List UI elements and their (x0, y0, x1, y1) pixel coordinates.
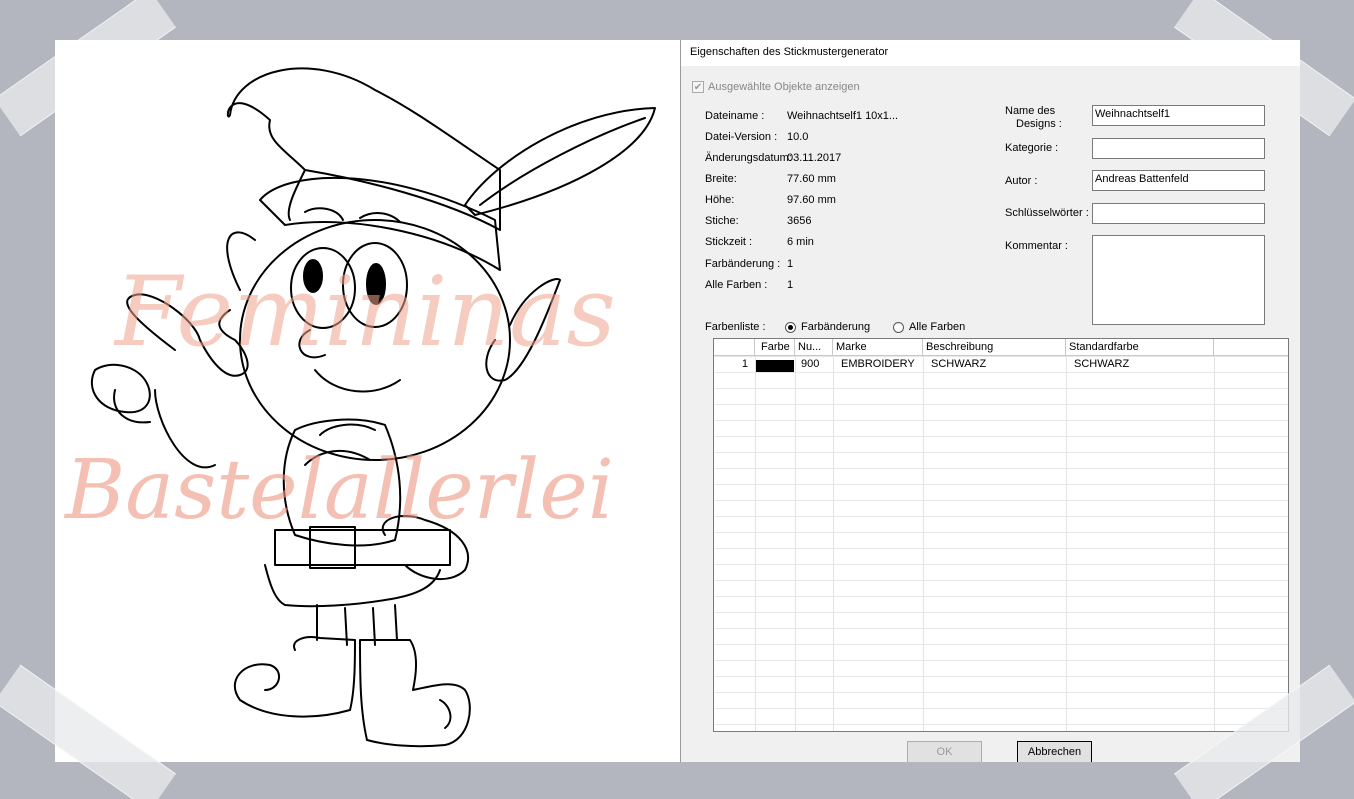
info-value-stitches: 3656 (787, 215, 812, 227)
radio-all-colors-label: Alle Farben (909, 321, 966, 333)
column-header-brand[interactable]: Marke (833, 339, 923, 355)
watermark-layer: Femininas Bastelallerlei (63, 256, 616, 538)
info-value-height: 97.60 mm (787, 194, 836, 206)
comment-textarea[interactable] (1092, 235, 1265, 325)
watermark-line-2: Bastelallerlei (63, 443, 614, 538)
column-header-number[interactable]: Nu... (795, 339, 833, 355)
radio-selected-icon (785, 321, 796, 333)
table-header: Farbe Nu... Marke Beschreibung Standardf… (714, 339, 1288, 356)
design-name-label-line1: Name des (1005, 105, 1056, 117)
design-preview: Femininas Bastelallerlei (55, 40, 680, 762)
info-value-width: 77.60 mm (787, 173, 836, 185)
watermark-line-1: Femininas (113, 256, 616, 368)
row-number: 900 (801, 358, 820, 370)
column-divider (923, 356, 924, 731)
info-label-height: Höhe: (705, 194, 735, 206)
colorlist-label: Farbenliste : (705, 321, 766, 333)
checkmark-icon: ✔ (692, 81, 704, 93)
info-value-version: 10.0 (787, 131, 809, 143)
info-label-color-changes: Farbänderung : (705, 258, 781, 270)
row-description: SCHWARZ (931, 358, 987, 370)
show-selected-objects-checkbox[interactable]: ✔ Ausgewählte Objekte anzeigen (692, 81, 860, 93)
row-brand: EMBROIDERY (841, 358, 915, 370)
color-list-table[interactable]: Farbe Nu... Marke Beschreibung Standardf… (713, 338, 1289, 732)
info-label-stitch-time: Stickzeit : (705, 236, 753, 248)
design-name-label-line2: Designs : (1016, 118, 1062, 130)
info-label-all-colors: Alle Farben : (705, 279, 768, 291)
column-divider (755, 356, 756, 731)
column-divider (833, 356, 834, 731)
column-divider (1066, 356, 1067, 731)
category-label: Kategorie : (1005, 142, 1059, 154)
info-label-width: Breite: (705, 173, 737, 185)
keywords-label: Schlüsselwörter : (1005, 207, 1089, 219)
column-divider (795, 356, 796, 731)
info-value-filename: Weihnachtself1 10x1... (787, 110, 899, 122)
radio-all-colors[interactable]: Alle Farben (893, 321, 965, 333)
column-header-standard-color[interactable]: Standardfarbe (1066, 339, 1214, 355)
column-header-color[interactable]: Farbe (755, 339, 795, 355)
dialog-title: Eigenschaften des Stickmustergenerator (681, 40, 1300, 66)
row-index: 1 (741, 358, 748, 370)
info-label-version: Datei-Version : (705, 131, 778, 143)
keywords-field[interactable] (1092, 203, 1265, 224)
comment-label: Kommentar : (1005, 240, 1068, 252)
cancel-button[interactable]: Abbrechen (1017, 741, 1092, 762)
column-header-description[interactable]: Beschreibung (923, 339, 1066, 355)
column-divider (1214, 356, 1215, 731)
column-header-index[interactable] (714, 339, 755, 355)
show-selected-objects-label: Ausgewählte Objekte anzeigen (708, 81, 860, 93)
properties-dialog: Eigenschaften des Stickmustergenerator ✔… (680, 40, 1300, 762)
screenshot-frame: Femininas Bastelallerlei Eigenschaften d… (55, 40, 1300, 762)
info-label-modified: Änderungsdatum: (705, 152, 792, 164)
author-field[interactable]: Andreas Battenfeld (1092, 170, 1265, 191)
info-label-stitches: Stiche: (705, 215, 739, 227)
info-label-filename: Dateiname : (705, 110, 765, 122)
author-label: Autor : (1005, 175, 1038, 187)
radio-color-change[interactable]: Farbänderung (785, 321, 870, 333)
radio-unselected-icon (893, 321, 904, 333)
info-value-all-colors: 1 (787, 279, 794, 291)
info-value-stitch-time: 6 min (787, 236, 814, 248)
info-value-modified: 03.11.2017 (787, 152, 842, 164)
category-field[interactable] (1092, 138, 1265, 159)
design-name-field[interactable]: Weihnachtself1 (1092, 105, 1265, 126)
info-value-color-changes: 1 (787, 258, 794, 270)
row-standard-color: SCHWARZ (1074, 358, 1130, 370)
color-swatch (756, 360, 794, 372)
radio-color-change-label: Farbänderung (801, 321, 871, 333)
ok-button[interactable]: OK (907, 741, 982, 762)
